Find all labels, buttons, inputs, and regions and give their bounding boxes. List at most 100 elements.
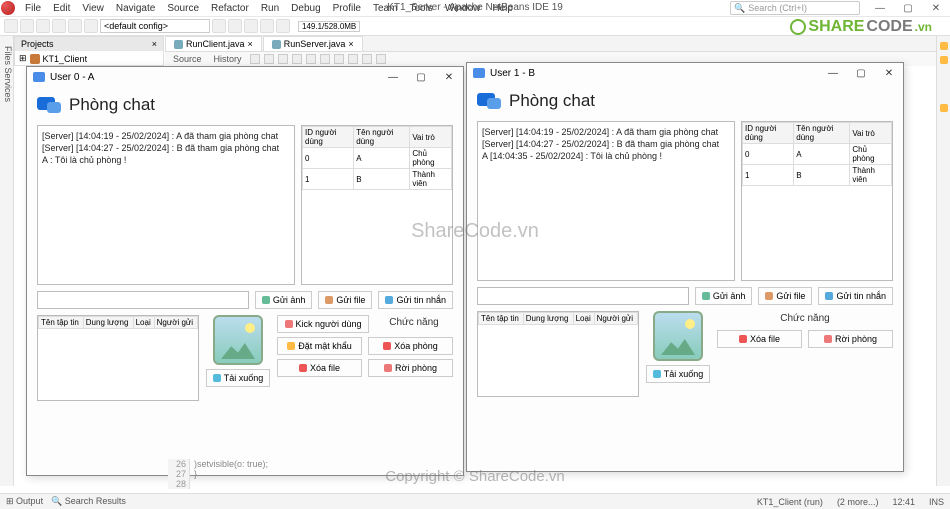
window-close-button[interactable]: ✕ — [875, 63, 903, 83]
ed-tool-icon[interactable] — [264, 54, 274, 64]
java-file-icon — [272, 40, 281, 49]
function-label: Chức năng — [375, 315, 453, 333]
file-table[interactable]: Tên tập tinDung lượngLoạiNgười gửi — [37, 315, 199, 401]
side-services-tab[interactable]: Services — [3, 68, 13, 103]
ide-close-button[interactable]: ✕ — [922, 0, 950, 17]
table-row[interactable]: 1BThành viên — [303, 169, 452, 190]
tb-newproject-icon[interactable] — [20, 19, 34, 33]
menu-navigate[interactable]: Navigate — [110, 1, 161, 16]
menu-refactor[interactable]: Refactor — [205, 1, 255, 16]
window-minimize-button[interactable]: — — [379, 67, 407, 87]
ide-minimize-button[interactable]: — — [866, 0, 894, 17]
menu-source[interactable]: Source — [161, 1, 205, 16]
lock-icon — [287, 342, 295, 350]
tb-newfile-icon[interactable] — [4, 19, 18, 33]
ide-maximize-button[interactable]: ▢ — [894, 0, 922, 17]
history-view-button[interactable]: History — [210, 54, 246, 64]
tb-profile-icon[interactable] — [276, 19, 290, 33]
delete-room-button[interactable]: Xóa phòng — [368, 337, 453, 355]
kick-icon — [285, 320, 293, 328]
editor-tab-runserver[interactable]: RunServer.java× — [263, 36, 363, 51]
tb-save-icon[interactable] — [52, 19, 66, 33]
menu-edit[interactable]: Edit — [47, 1, 76, 16]
status-search-tab[interactable]: 🔍 Search Results — [51, 496, 126, 507]
ed-tool-icon[interactable] — [362, 54, 372, 64]
project-node[interactable]: ⊞KT1_Client — [15, 51, 163, 66]
ed-tool-icon[interactable] — [376, 54, 386, 64]
ed-tool-icon[interactable] — [250, 54, 260, 64]
menu-run[interactable]: Run — [255, 1, 285, 16]
leave-room-button[interactable]: Rời phòng — [368, 359, 453, 377]
leave-room-button[interactable]: Rời phòng — [808, 330, 893, 348]
menu-file[interactable]: File — [19, 1, 47, 16]
menu-debug[interactable]: Debug — [285, 1, 326, 16]
table-row[interactable]: 0AChủ phòng — [303, 148, 452, 169]
window-titlebar[interactable]: User 0 - A — ▢ ✕ — [27, 67, 463, 87]
delete-file-button[interactable]: Xóa file — [717, 330, 802, 348]
java-file-icon — [174, 40, 183, 49]
warning-marker-icon[interactable] — [940, 56, 948, 64]
ed-tool-icon[interactable] — [348, 54, 358, 64]
ed-tool-icon[interactable] — [334, 54, 344, 64]
send-message-button[interactable]: Gửi tin nhắn — [818, 287, 893, 305]
source-view-button[interactable]: Source — [169, 54, 206, 64]
ide-right-gutter — [936, 36, 950, 486]
send-image-button[interactable]: Gửi ảnh — [695, 287, 753, 305]
window-maximize-button[interactable]: ▢ — [407, 67, 435, 87]
window-close-button[interactable]: ✕ — [435, 67, 463, 87]
status-more[interactable]: (2 more...) — [837, 497, 879, 507]
tb-open-icon[interactable] — [36, 19, 50, 33]
message-input[interactable] — [477, 287, 689, 305]
tb-redo-icon[interactable] — [84, 19, 98, 33]
send-image-button[interactable]: Gửi ảnh — [255, 291, 313, 309]
chat-app-icon — [473, 68, 485, 78]
tb-run-icon[interactable] — [244, 19, 258, 33]
close-icon[interactable]: × — [152, 39, 157, 49]
window-minimize-button[interactable]: — — [819, 63, 847, 83]
function-panel: Chức năng Xóa file Rời phòng — [717, 311, 893, 397]
editor-tab-runclient[interactable]: RunClient.java× — [165, 36, 262, 51]
warning-marker-icon[interactable] — [940, 104, 948, 112]
download-button[interactable]: Tải xuống — [206, 369, 271, 387]
ide-search-input[interactable]: 🔍Search (Ctrl+I) — [730, 1, 860, 15]
download-button[interactable]: Tải xuống — [646, 365, 711, 383]
image-icon — [702, 292, 710, 300]
ed-tool-icon[interactable] — [306, 54, 316, 64]
projects-tab[interactable]: Projects× — [15, 37, 163, 51]
chat-line: [Server] [14:04:27 - 25/02/2024] : B đã … — [482, 138, 730, 150]
tb-clean-icon[interactable] — [228, 19, 242, 33]
menu-view[interactable]: View — [76, 1, 110, 16]
ed-tool-icon[interactable] — [292, 54, 302, 64]
file-table[interactable]: Tên tập tinDung lượngLoạiNgười gửi — [477, 311, 639, 397]
status-output-tab[interactable]: ⊞ Output — [6, 496, 43, 507]
send-file-button[interactable]: Gửi file — [318, 291, 372, 309]
tb-undo-icon[interactable] — [68, 19, 82, 33]
chat-log[interactable]: [Server] [14:04:19 - 25/02/2024] : A đã … — [37, 125, 295, 285]
user-table[interactable]: ID người dùngTên người dùngVai trò 0AChủ… — [741, 121, 893, 281]
warning-marker-icon[interactable] — [940, 42, 948, 50]
menu-profile[interactable]: Profile — [327, 1, 367, 16]
message-input[interactable] — [37, 291, 249, 309]
image-icon — [262, 296, 270, 304]
delete-file-button[interactable]: Xóa file — [277, 359, 362, 377]
window-titlebar[interactable]: User 1 - B — ▢ ✕ — [467, 63, 903, 83]
ed-tool-icon[interactable] — [278, 54, 288, 64]
set-password-button[interactable]: Đặt mật khẩu — [277, 337, 362, 355]
kick-user-button[interactable]: Kick người dùng — [277, 315, 369, 333]
table-row[interactable]: 0AChủ phòng — [743, 144, 892, 165]
status-running[interactable]: KT1_Client (run) — [757, 497, 823, 507]
close-icon[interactable]: × — [348, 39, 353, 49]
table-row[interactable]: 1BThành viên — [743, 165, 892, 186]
side-files-tab[interactable]: Files — [3, 46, 13, 65]
close-icon[interactable]: × — [248, 39, 253, 49]
ed-tool-icon[interactable] — [320, 54, 330, 64]
tb-build-icon[interactable] — [212, 19, 226, 33]
send-message-button[interactable]: Gửi tin nhắn — [378, 291, 453, 309]
chat-log[interactable]: [Server] [14:04:19 - 25/02/2024] : A đã … — [477, 121, 735, 281]
memory-gauge[interactable]: 149.1/528.0MB — [298, 21, 360, 32]
tb-debug-icon[interactable] — [260, 19, 274, 33]
user-table[interactable]: ID người dùngTên người dùngVai trò 0AChủ… — [301, 125, 453, 285]
send-file-button[interactable]: Gửi file — [758, 287, 812, 305]
config-select[interactable]: <default config> — [100, 19, 210, 33]
window-maximize-button[interactable]: ▢ — [847, 63, 875, 83]
